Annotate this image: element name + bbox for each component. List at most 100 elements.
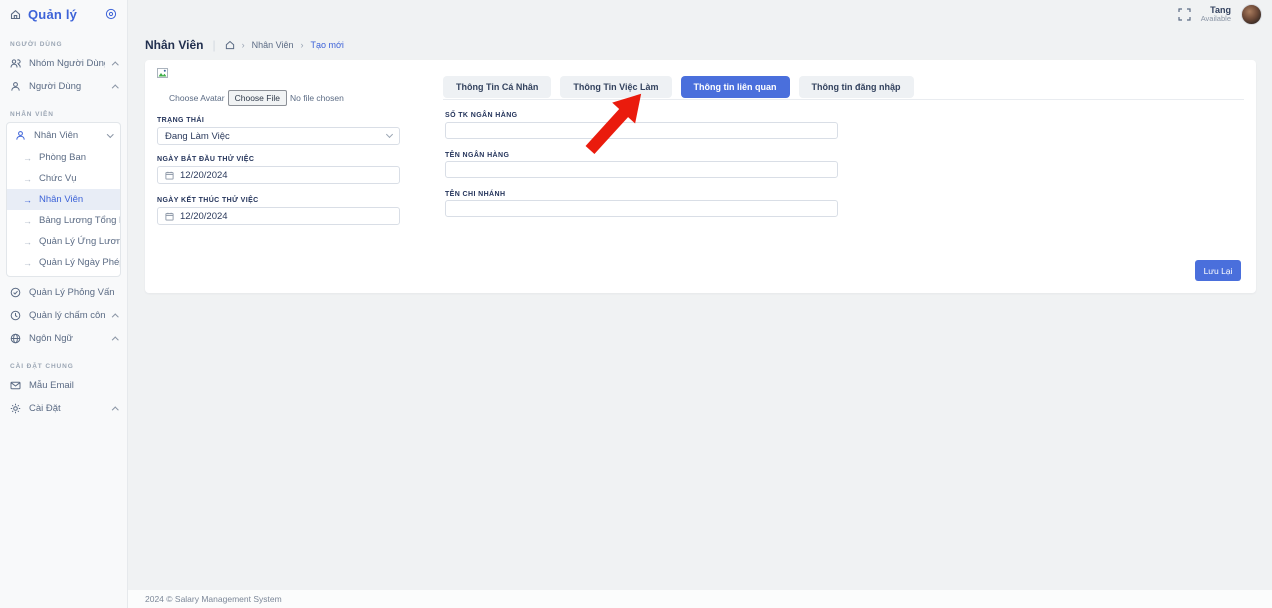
sidebar-item-label: Quản lý chấm công	[29, 310, 105, 321]
sidebar-item-nhom-nguoi-dung[interactable]: Nhóm Người Dùng	[0, 52, 127, 75]
sidebar-item-quan-ly-phong-van[interactable]: Quản Lý Phỏng Vấn	[0, 281, 127, 304]
broken-image-icon	[157, 68, 170, 80]
sidebar-item-label: Mẫu Email	[29, 380, 117, 391]
chevron-up-icon	[112, 85, 118, 91]
arrow-icon: →	[23, 195, 32, 205]
bank-name-input[interactable]	[445, 161, 838, 178]
subitem-label: Quản Lý Ngày Phép	[39, 257, 120, 268]
sidebar-collapse-icon[interactable]	[105, 8, 117, 20]
sidebar-subitem-quan-ly-ngay-phep[interactable]: → Quản Lý Ngày Phép	[7, 252, 120, 273]
title-divider: |	[212, 38, 215, 52]
start-date-value: 12/20/2024	[180, 170, 228, 181]
arrow-icon: →	[23, 237, 32, 247]
sidebar-subitem-bang-luong-tong-hop[interactable]: → Bảng Lương Tổng Hợp	[7, 210, 120, 231]
start-date-field: NGÀY BẮT ĐẦU THỬ VIỆC 12/20/2024	[157, 156, 400, 184]
tab-thong-tin-ca-nhan[interactable]: Thông Tin Cá Nhân	[443, 76, 551, 98]
user-icon	[15, 130, 26, 141]
clock-icon	[10, 310, 21, 321]
employee-form-card: Choose Avatar Choose File No file chosen…	[145, 60, 1256, 293]
sidebar-item-label: Người Dùng	[29, 81, 105, 92]
file-chosen-status: No file chosen	[290, 93, 344, 103]
home-icon[interactable]	[225, 40, 235, 50]
avatar-upload-row: Choose Avatar Choose File No file chosen	[157, 90, 344, 106]
breadcrumb-nhan-vien[interactable]: Nhân Viên	[252, 40, 294, 50]
bank-account-label: SỐ TK NGÂN HÀNG	[445, 112, 518, 119]
footer-text: 2024 © Salary Management System	[145, 594, 282, 604]
sidebar-item-label: Cài Đặt	[29, 403, 105, 414]
save-button[interactable]: Lưu Lại	[1195, 260, 1241, 281]
footer: 2024 © Salary Management System	[128, 590, 1272, 608]
choose-avatar-label: Choose Avatar	[169, 93, 225, 103]
sidebar-item-mau-email[interactable]: Mẫu Email	[0, 374, 127, 397]
bank-account-input[interactable]	[445, 122, 838, 139]
sidebar-subitem-chuc-vu[interactable]: → Chức Vụ	[7, 168, 120, 189]
calendar-icon	[165, 171, 174, 180]
sidebar-item-nguoi-dung[interactable]: Người Dùng	[0, 75, 127, 98]
globe-icon	[10, 333, 21, 344]
chevron-up-icon	[112, 337, 118, 343]
choose-file-button[interactable]: Choose File	[228, 90, 287, 106]
section-nguoi-dung: NGƯỜI DÙNG	[10, 41, 117, 48]
status-field: TRẠNG THÁI Đang Làm Việc	[157, 117, 400, 145]
sidebar-item-label: Nhóm Người Dùng	[29, 58, 105, 69]
breadcrumb-tao-moi: Tạo mới	[310, 40, 343, 50]
sidebar-subitem-nhan-vien[interactable]: → Nhân Viên	[7, 189, 120, 210]
subitem-label: Phòng Ban	[39, 152, 86, 163]
chevron-up-icon	[112, 62, 118, 68]
sidebar-item-nhan-vien[interactable]: Nhân Viên	[7, 123, 120, 147]
arrow-icon: →	[23, 153, 32, 163]
end-date-input[interactable]: 12/20/2024	[157, 207, 400, 225]
mail-icon	[10, 380, 21, 391]
subitem-label: Bảng Lương Tổng Hợp	[39, 215, 120, 226]
chevron-down-icon	[386, 131, 393, 138]
subitem-label: Quản Lý Ứng Lương	[39, 236, 120, 247]
section-cai-dat-chung: CÀI ĐẶT CHUNG	[10, 363, 117, 370]
user-block[interactable]: Tang Available	[1201, 5, 1231, 24]
page-title: Nhân Viên	[145, 38, 203, 52]
form-tabs: Thông Tin Cá Nhân Thông Tin Việc Làm Thô…	[443, 76, 914, 98]
end-date-label: NGÀY KẾT THÚC THỬ VIỆC	[157, 197, 400, 204]
breadcrumb-separator: ›	[300, 40, 303, 50]
subitem-label: Nhân Viên	[39, 194, 83, 205]
chevron-up-icon	[112, 314, 118, 320]
user-avatar[interactable]	[1241, 4, 1262, 25]
topbar: Tang Available	[1178, 0, 1272, 28]
tab-thong-tin-dang-nhap[interactable]: Thông tin đăng nhập	[799, 76, 914, 98]
sidebar-item-ngon-ngu[interactable]: Ngôn Ngữ	[0, 327, 127, 350]
sidebar-header: Quản lý	[0, 0, 127, 28]
tabs-divider	[443, 99, 1244, 100]
end-date-value: 12/20/2024	[180, 211, 228, 222]
app-screen: Quản lý NGƯỜI DÙNG Nhóm Người Dùng	[0, 0, 1272, 608]
sidebar-item-cai-dat[interactable]: Cài Đặt	[0, 397, 127, 420]
chevron-up-icon	[112, 407, 118, 413]
check-circle-icon	[10, 287, 21, 298]
sidebar-item-label: Ngôn Ngữ	[29, 333, 105, 344]
gear-icon	[10, 403, 21, 414]
chevron-down-icon	[107, 131, 113, 137]
start-date-input[interactable]: 12/20/2024	[157, 166, 400, 184]
subitem-label: Chức Vụ	[39, 173, 77, 184]
branch-name-input[interactable]	[445, 200, 838, 217]
end-date-field: NGÀY KẾT THÚC THỬ VIỆC 12/20/2024	[157, 197, 400, 225]
sidebar-item-label: Nhân Viên	[34, 130, 100, 141]
calendar-icon	[165, 212, 174, 221]
status-select[interactable]: Đang Làm Việc	[157, 127, 400, 145]
status-label: TRẠNG THÁI	[157, 117, 400, 124]
sidebar-subitem-quan-ly-ung-luong[interactable]: → Quản Lý Ứng Lương	[7, 231, 120, 252]
tab-thong-tin-viec-lam[interactable]: Thông Tin Việc Làm	[560, 76, 671, 98]
tab-thong-tin-lien-quan[interactable]: Thông tin liên quan	[681, 76, 790, 98]
branch-name-label: TÊN CHI NHÁNH	[445, 191, 505, 198]
nhan-vien-submenu: Nhân Viên → Phòng Ban → Chức Vụ → Nhân V…	[6, 122, 121, 277]
sidebar-item-quan-ly-cham-cong[interactable]: Quản lý chấm công	[0, 304, 127, 327]
sidebar-subitem-phong-ban[interactable]: → Phòng Ban	[7, 147, 120, 168]
fullscreen-icon[interactable]	[1178, 8, 1191, 21]
page-head: Nhân Viên | › Nhân Viên › Tạo mới	[145, 38, 344, 52]
user-icon	[10, 81, 21, 92]
start-date-label: NGÀY BẮT ĐẦU THỬ VIỆC	[157, 156, 400, 163]
arrow-icon: →	[23, 258, 32, 268]
user-status: Available	[1201, 15, 1231, 24]
section-nhan-vien: NHÂN VIÊN	[10, 111, 117, 118]
status-value: Đang Làm Việc	[165, 131, 230, 142]
arrow-icon: →	[23, 216, 32, 226]
home-icon[interactable]	[10, 9, 21, 20]
